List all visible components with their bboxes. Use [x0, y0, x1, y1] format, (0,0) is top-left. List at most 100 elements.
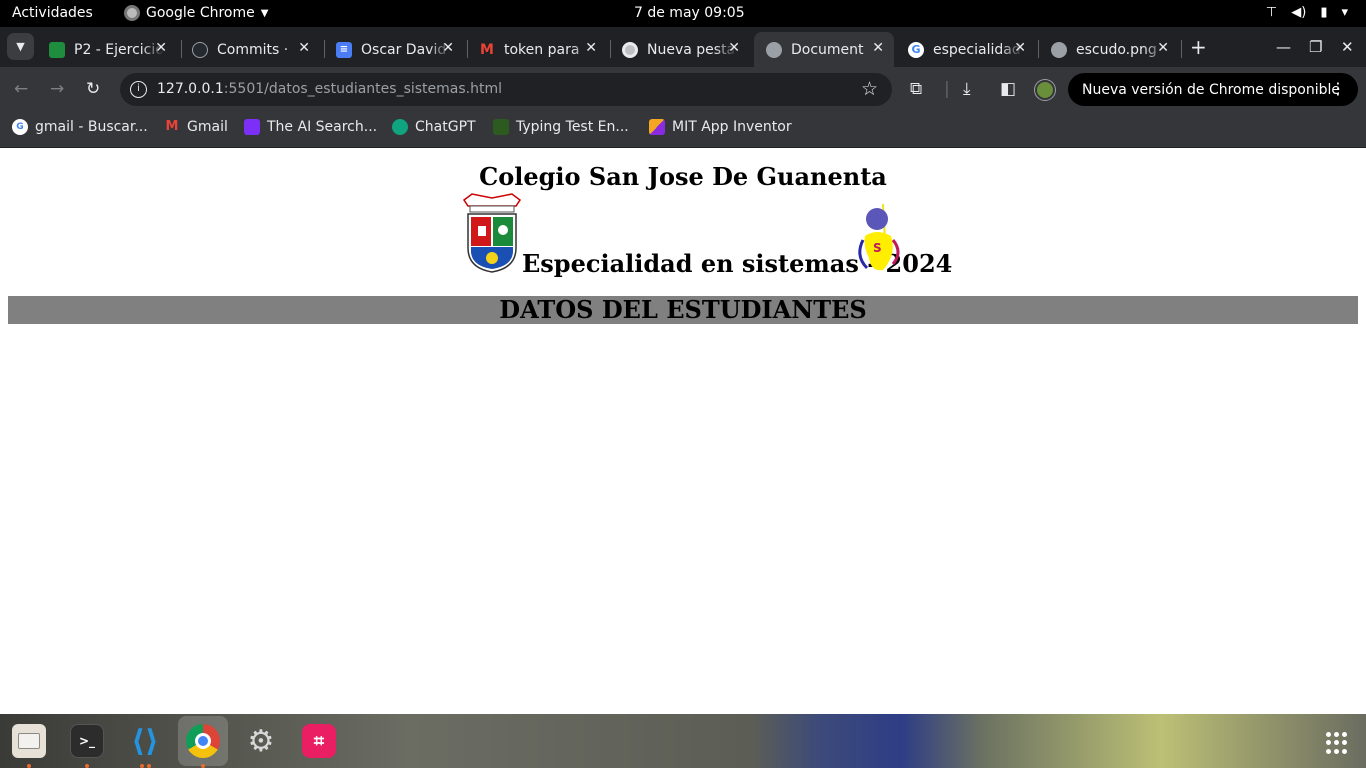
volume-icon: ◀)	[1291, 5, 1307, 20]
profile-avatar[interactable]	[1035, 80, 1055, 100]
tab-document[interactable]: Document ✕	[754, 32, 894, 67]
globe-icon	[766, 41, 782, 58]
site-info-icon[interactable]: i	[130, 81, 147, 98]
close-icon[interactable]: ✕	[298, 40, 310, 56]
tab-title: Oscar David	[361, 41, 447, 58]
close-icon[interactable]: ✕	[442, 40, 454, 56]
tab-title: token para	[504, 41, 580, 58]
activities-button[interactable]: Actividades	[12, 5, 93, 21]
tab-token-para[interactable]: M token para ✕	[467, 32, 607, 67]
bookmark-label: ChatGPT	[415, 119, 476, 135]
close-icon[interactable]: ✕	[585, 40, 597, 56]
bookmark-gmail-buscar[interactable]: G gmail - Buscar...	[12, 119, 148, 135]
reload-button[interactable]: ↻	[86, 79, 100, 99]
bookmark-chatgpt[interactable]: ChatGPT	[392, 119, 476, 135]
chrome-update-button[interactable]: Nueva versión de Chrome disponible ⋮	[1068, 73, 1358, 106]
app-name: Google Chrome	[146, 5, 255, 21]
system-dock: >_ ⟨⟩ ⚙ ⌗	[0, 714, 1366, 768]
side-panel-icon[interactable]: ◧	[1000, 79, 1016, 99]
tab-escudo-png[interactable]: escudo.png ✕	[1039, 32, 1179, 67]
tab-title: P2 - Ejercicio	[74, 41, 164, 58]
files-app-button[interactable]	[12, 724, 46, 758]
close-icon[interactable]: ✕	[872, 40, 884, 56]
mit-app-inventor-icon	[649, 119, 665, 135]
google-icon: G	[12, 119, 28, 135]
tab-title: Commits ·	[217, 41, 289, 58]
extensions-icon[interactable]: ⧉	[910, 79, 922, 99]
tab-title: Nueva pestaña	[647, 41, 737, 58]
grid-dot	[1334, 732, 1339, 737]
more-menu-icon[interactable]: ⋮	[1330, 79, 1346, 98]
show-apps-button[interactable]	[1326, 732, 1348, 754]
terminal-icon: >_	[78, 734, 96, 748]
bookmark-star-icon[interactable]: ☆	[861, 78, 878, 100]
gear-icon: ⚙	[247, 723, 275, 759]
close-icon[interactable]: ✕	[1014, 40, 1026, 56]
battery-icon: ▮	[1320, 5, 1328, 20]
back-button[interactable]: ←	[14, 79, 28, 99]
vscode-icon: ⟨⟩	[131, 723, 159, 759]
bookmark-ai-search[interactable]: The AI Search...	[244, 119, 377, 135]
tab-divider	[1181, 40, 1182, 58]
clock[interactable]: 7 de may 09:05	[634, 5, 745, 21]
url-text[interactable]: 127.0.0.1:5501/datos_estudiantes_sistema…	[157, 81, 502, 97]
forward-button[interactable]: →	[50, 79, 64, 99]
globe-icon	[1051, 41, 1067, 58]
web-page: Colegio San Jose De Guanenta Especialida…	[0, 148, 1366, 714]
crop-icon: ⌗	[313, 730, 325, 752]
running-indicator	[140, 764, 144, 768]
tab-oscar-david[interactable]: ≡ Oscar David ✕	[324, 32, 464, 67]
download-icon[interactable]: ⤓	[963, 79, 971, 99]
screenshot-app-button[interactable]: ⌗	[302, 724, 336, 758]
close-icon[interactable]: ✕	[155, 40, 167, 56]
grid-dot	[1334, 748, 1339, 754]
bookmark-gmail[interactable]: M Gmail	[164, 119, 228, 135]
grid-dot	[1334, 740, 1339, 746]
tab-nueva-pestana[interactable]: Nueva pestaña ✕	[610, 32, 750, 67]
close-window-button[interactable]: ✕	[1341, 38, 1354, 56]
bookmark-label: Gmail	[187, 119, 228, 135]
google-icon: G	[908, 41, 924, 58]
chatgpt-icon	[392, 119, 408, 135]
system-tray[interactable]: ⊤ ◀) ▮ ▾	[1266, 5, 1348, 20]
chevron-down-icon: ▼	[16, 40, 25, 53]
url-path: :5501/datos_estudiantes_sistemas.html	[223, 81, 502, 97]
bookmark-typing-test[interactable]: Typing Test En...	[493, 119, 629, 135]
bookmark-label: The AI Search...	[267, 119, 378, 135]
address-bar[interactable]: i 127.0.0.1:5501/datos_estudiantes_siste…	[120, 73, 892, 106]
tab-title: especialidad	[933, 41, 1021, 58]
grid-dot	[1326, 732, 1331, 737]
tab-title: escudo.png	[1076, 41, 1157, 58]
running-indicator	[201, 764, 205, 768]
tab-commits[interactable]: Commits · ✕	[180, 32, 320, 67]
new-tab-button[interactable]: +	[1190, 37, 1207, 57]
terminal-app-button[interactable]: >_	[70, 724, 104, 758]
vscode-app-button[interactable]: ⟨⟩	[128, 723, 162, 759]
chrome-icon	[124, 5, 140, 21]
minimize-button[interactable]: —	[1276, 38, 1291, 56]
restore-button[interactable]: ❐	[1309, 38, 1322, 56]
close-icon[interactable]: ✕	[1157, 40, 1169, 56]
bookmark-label: MIT App Inventor	[672, 119, 792, 135]
chrome-app-button[interactable]	[178, 716, 228, 766]
students-data-banner: DATOS DEL ESTUDIANTES	[8, 296, 1358, 324]
close-icon[interactable]: ✕	[728, 40, 740, 56]
google-docs-icon: ≡	[336, 41, 352, 58]
running-indicator	[147, 764, 151, 768]
app-menu[interactable]: Google Chrome ▼	[124, 5, 268, 21]
bookmark-mit-app-inventor[interactable]: MIT App Inventor	[649, 119, 792, 135]
settings-app-button[interactable]: ⚙	[244, 723, 278, 759]
tab-p2-ejercicio[interactable]: P2 - Ejercicio ✕	[37, 32, 177, 67]
url-host: 127.0.0.1	[157, 81, 224, 97]
svg-text:S: S	[873, 241, 882, 255]
tab-search-button[interactable]: ▼	[7, 33, 34, 60]
bookmarks-bar: G gmail - Buscar... M Gmail The AI Searc…	[0, 112, 1366, 148]
tab-strip: ▼ P2 - Ejercicio ✕ Commits · ✕ ≡ Oscar D…	[0, 27, 1366, 67]
running-indicator	[27, 764, 31, 768]
system-top-bar: Actividades Google Chrome ▼ 7 de may 09:…	[0, 0, 1366, 27]
tab-especialidad[interactable]: G especialidad ✕	[896, 32, 1036, 67]
gmail-icon: M	[480, 41, 494, 58]
chevron-down-icon: ▾	[1341, 5, 1348, 20]
browser-toolbar: ← → ↻ i 127.0.0.1:5501/datos_estudiantes…	[0, 67, 1366, 112]
google-classroom-icon	[49, 41, 65, 58]
